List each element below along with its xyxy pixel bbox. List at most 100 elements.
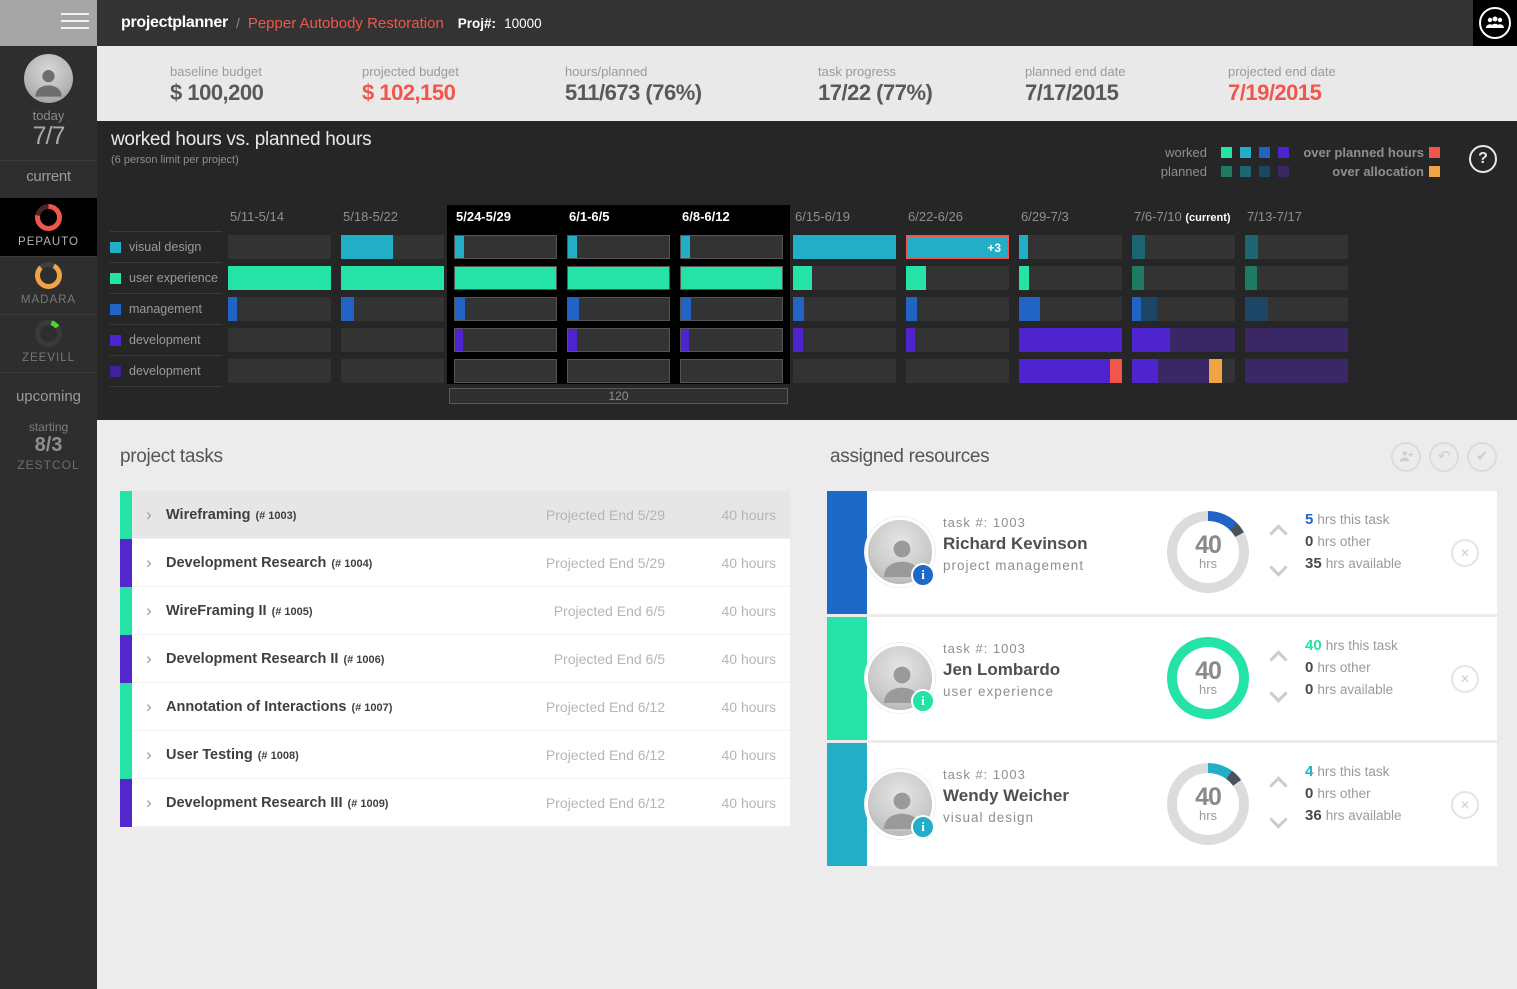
chart-cell[interactable] [1245,328,1348,352]
chart-cell[interactable] [793,297,896,321]
chart-cell[interactable] [1245,235,1348,259]
chevron-right-icon[interactable]: › [132,553,166,573]
task-row[interactable]: ›WireFraming II(# 1005)Projected End 6/5… [120,587,790,635]
chart-cell[interactable] [567,266,670,290]
chart-cell[interactable] [1019,266,1122,290]
chart-cell[interactable] [341,328,444,352]
chevron-down-icon[interactable] [1269,558,1287,576]
chart-cell[interactable] [567,297,670,321]
chart-cell[interactable] [228,235,331,259]
chart-cell[interactable] [906,359,1009,383]
chevron-right-icon[interactable]: › [132,697,166,717]
column-header-6/1-6/5[interactable]: 6/1-6/5 [569,209,609,224]
team-button[interactable] [1473,0,1517,46]
task-row[interactable]: ›Development Research II(# 1006)Projecte… [120,635,790,683]
chart-cell[interactable] [567,328,670,352]
chevron-right-icon[interactable]: › [132,649,166,669]
task-row[interactable]: ›User Testing(# 1008)Projected End 6/124… [120,731,790,779]
chevron-down-icon[interactable] [1269,810,1287,828]
chart-cell[interactable] [454,297,557,321]
sidebar-item-zestcol[interactable]: ZESTCOL [0,458,97,472]
column-header-6/22-6/26[interactable]: 6/22-6/26 [908,209,963,224]
resource-avatar[interactable]: i [865,517,935,587]
chart-cell[interactable] [228,266,331,290]
chart-cell[interactable] [567,235,670,259]
chevron-right-icon[interactable]: › [132,793,166,813]
chart-cell[interactable] [228,328,331,352]
chart-cell[interactable] [793,359,896,383]
column-header-5/18-5/22[interactable]: 5/18-5/22 [343,209,398,224]
undo-icon[interactable]: ↶ [1429,442,1459,472]
chart-cell[interactable] [1245,297,1348,321]
confirm-icon[interactable]: ✔ [1467,442,1497,472]
chart-cell[interactable] [454,359,557,383]
chart-cell[interactable] [341,359,444,383]
resource-avatar[interactable]: i [865,643,935,713]
chart-cell[interactable] [680,235,783,259]
column-header-5/24-5/29[interactable]: 5/24-5/29 [456,209,511,224]
sidebar-item-zeevill[interactable]: ZEEVILL [0,314,97,372]
chart-cell[interactable] [680,328,783,352]
info-icon[interactable]: i [911,815,935,839]
chart-cell[interactable] [1245,359,1348,383]
chart-cell[interactable] [1132,297,1235,321]
chevron-right-icon[interactable]: › [132,601,166,621]
chart-cell[interactable] [454,235,557,259]
chevron-up-icon[interactable] [1269,524,1287,542]
chart-cell[interactable] [567,359,670,383]
resource-avatar[interactable]: i [865,769,935,839]
task-row[interactable]: ›Annotation of Interactions(# 1007)Proje… [120,683,790,731]
chart-cell[interactable] [906,297,1009,321]
task-row[interactable]: ›Wireframing(# 1003)Projected End 5/2940… [120,491,790,539]
chart-cell[interactable] [341,266,444,290]
chart-cell[interactable] [793,235,896,259]
chart-cell[interactable] [341,235,444,259]
chevron-down-icon[interactable] [1269,684,1287,702]
column-header-6/29-7/3[interactable]: 6/29-7/3 [1021,209,1069,224]
chevron-up-icon[interactable] [1269,650,1287,668]
chart-cell[interactable] [906,328,1009,352]
chart-cell[interactable] [680,266,783,290]
chart-cell[interactable] [341,297,444,321]
chart-cell[interactable] [228,359,331,383]
sidebar-item-madara[interactable]: MADARA [0,256,97,314]
breadcrumb-project-name[interactable]: Pepper Autobody Restoration [248,15,444,32]
user-avatar[interactable] [24,54,73,103]
close-icon[interactable]: ✕ [1451,539,1479,567]
info-icon[interactable]: i [911,563,935,587]
chart-cell[interactable] [793,328,896,352]
chart-cell[interactable] [228,297,331,321]
selection-range[interactable]: 120 [449,388,788,404]
chart-cell[interactable] [1132,266,1235,290]
hamburger-menu-icon[interactable] [61,13,89,33]
close-icon[interactable]: ✕ [1451,665,1479,693]
chart-cell[interactable] [1019,235,1122,259]
chart-cell[interactable] [1132,235,1235,259]
info-icon[interactable]: i [911,689,935,713]
column-header-5/11-5/14[interactable]: 5/11-5/14 [230,209,284,224]
task-row[interactable]: ›Development Research III(# 1009)Project… [120,779,790,827]
chevron-up-icon[interactable] [1269,776,1287,794]
chart-cell[interactable] [454,266,557,290]
chart-cell[interactable] [793,266,896,290]
column-header-7/6-7/10[interactable]: 7/6-7/10 (current) [1134,209,1231,224]
chart-cell[interactable] [1019,297,1122,321]
chart-cell[interactable]: +3 [906,235,1009,259]
chart-cell[interactable] [1132,359,1235,383]
chevron-right-icon[interactable]: › [132,745,166,765]
chart-cell[interactable] [1019,359,1122,383]
column-header-7/13-7/17[interactable]: 7/13-7/17 [1247,209,1302,224]
sidebar-item-pepauto[interactable]: PEPAUTO [0,198,97,256]
help-icon[interactable]: ? [1469,145,1497,173]
add-person-icon[interactable] [1391,442,1421,472]
chart-cell[interactable] [1245,266,1348,290]
chart-cell[interactable] [906,266,1009,290]
chart-cell[interactable] [680,359,783,383]
column-header-6/8-6/12[interactable]: 6/8-6/12 [682,209,730,224]
column-header-6/15-6/19[interactable]: 6/15-6/19 [795,209,850,224]
chart-cell[interactable] [454,328,557,352]
chart-cell[interactable] [1019,328,1122,352]
task-row[interactable]: ›Development Research(# 1004)Projected E… [120,539,790,587]
chevron-right-icon[interactable]: › [132,505,166,525]
chart-cell[interactable] [680,297,783,321]
